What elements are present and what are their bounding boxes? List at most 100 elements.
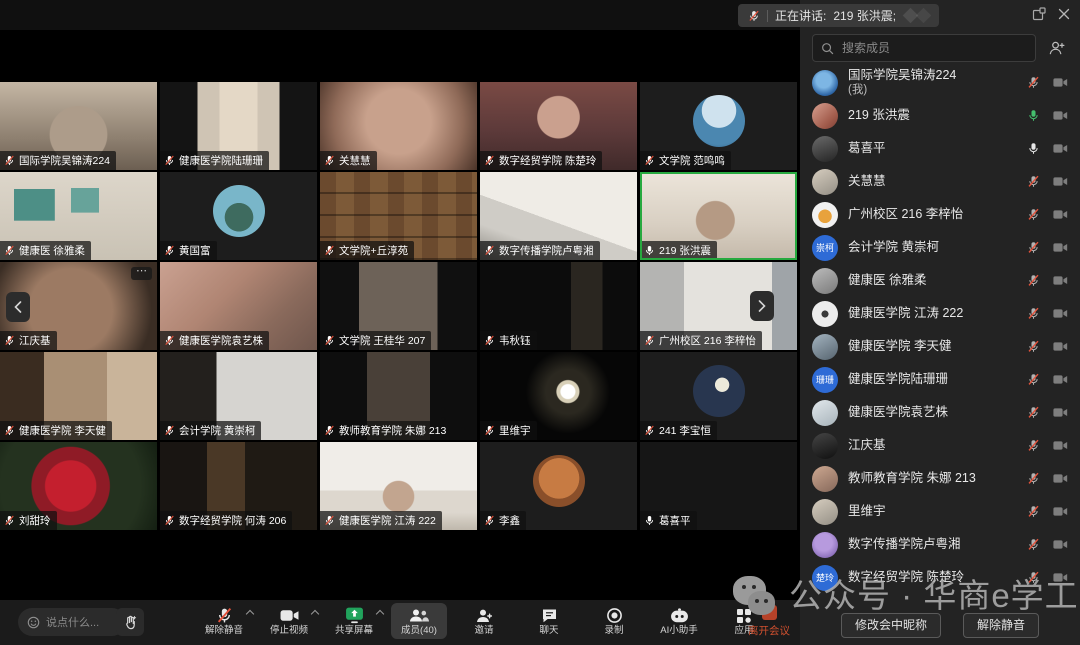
member-search-box[interactable]: [812, 34, 1036, 62]
member-row[interactable]: 崇柯 会计学院 黄崇柯: [800, 231, 1080, 264]
add-member-button[interactable]: [1044, 36, 1068, 60]
video-tile[interactable]: 241 李宝恒: [640, 352, 797, 440]
member-row[interactable]: 健康医学院 江涛 222: [800, 297, 1080, 330]
close-panel-icon[interactable]: [1058, 8, 1070, 20]
member-camera-icon[interactable]: [1053, 473, 1068, 484]
video-tile[interactable]: 健康医学院陆珊珊: [160, 82, 317, 170]
participant-name: 数字经贸学院 何涛 206: [179, 513, 286, 528]
member-mic-icon[interactable]: [1027, 274, 1040, 287]
video-tile[interactable]: 里维宇: [480, 352, 637, 440]
video-tile[interactable]: 黄国富: [160, 172, 317, 260]
rename-in-meeting-button[interactable]: 修改会中昵称: [841, 613, 941, 638]
participant-name-label: 数字经贸学院 陈楚玲: [480, 151, 602, 170]
avatar-initials: 珊珊: [816, 373, 834, 386]
video-tile[interactable]: 葛喜平: [640, 442, 797, 530]
member-camera-icon[interactable]: [1053, 110, 1068, 121]
video-tile[interactable]: 韦秋钰: [480, 262, 637, 350]
member-row[interactable]: 珊珊 健康医学院陆珊珊: [800, 363, 1080, 396]
member-row[interactable]: 数字传播学院卢粤湘: [800, 528, 1080, 561]
member-camera-icon[interactable]: [1053, 506, 1068, 517]
member-row[interactable]: 葛喜平: [800, 132, 1080, 165]
grid-next-page-button[interactable]: [750, 291, 774, 321]
leave-meeting-button[interactable]: 离开会议: [741, 605, 797, 638]
member-search-input[interactable]: [840, 40, 1027, 56]
member-row[interactable]: 广州校区 216 李梓怡: [800, 198, 1080, 231]
member-camera-icon[interactable]: [1053, 275, 1068, 286]
video-tile[interactable]: 教师教育学院 朱娜 213: [320, 352, 477, 440]
video-tile[interactable]: 文学院+丘淳苑: [320, 172, 477, 260]
chat-button[interactable]: 聊天: [521, 603, 577, 639]
participant-name-label: 文学院+丘淳苑: [320, 241, 414, 260]
video-tile[interactable]: 健康医学院 李天健: [0, 352, 157, 440]
member-row[interactable]: 教师教育学院 朱娜 213: [800, 462, 1080, 495]
video-tile[interactable]: 健康医学院 江涛 222: [320, 442, 477, 530]
member-mic-icon[interactable]: [1027, 505, 1040, 518]
panel-unmute-button[interactable]: 解除静音: [963, 613, 1039, 638]
member-row[interactable]: 健康医学院 李天健: [800, 330, 1080, 363]
member-mic-icon[interactable]: [1027, 241, 1040, 254]
member-camera-icon[interactable]: [1053, 77, 1068, 88]
member-mic-icon[interactable]: [1027, 208, 1040, 221]
video-tile[interactable]: 健康医学院袁艺株: [160, 262, 317, 350]
member-row[interactable]: 健康医 徐雅柔: [800, 264, 1080, 297]
member-row[interactable]: 健康医学院袁艺株: [800, 396, 1080, 429]
video-tile[interactable]: 文学院 王桂华 207: [320, 262, 477, 350]
member-mic-icon[interactable]: [1027, 571, 1040, 584]
member-row[interactable]: 楚玲 数字经贸学院 陈楚玲: [800, 561, 1080, 594]
member-camera-icon[interactable]: [1053, 341, 1068, 352]
member-camera-icon[interactable]: [1053, 308, 1068, 319]
member-row[interactable]: 国际学院吴锦涛224 (我): [800, 66, 1080, 99]
member-row[interactable]: 江庆基: [800, 429, 1080, 462]
video-tile[interactable]: 文学院 范鸣鸣: [640, 82, 797, 170]
member-mic-icon[interactable]: [1027, 373, 1040, 386]
member-camera-icon[interactable]: [1053, 572, 1068, 583]
tile-more-menu-button[interactable]: ⋯: [131, 267, 152, 280]
chevron-up-icon[interactable]: [246, 610, 254, 618]
chevron-up-icon[interactable]: [311, 610, 319, 618]
member-row[interactable]: 里维宇: [800, 495, 1080, 528]
video-tile[interactable]: 数字传播学院卢粤湘: [480, 172, 637, 260]
member-mic-icon[interactable]: [1027, 406, 1040, 419]
invite-button[interactable]: 邀请: [456, 603, 512, 639]
share-screen-button[interactable]: 共享屏幕: [326, 603, 382, 639]
video-tile[interactable]: 关慧慧: [320, 82, 477, 170]
quick-chat-input[interactable]: 说点什么...: [18, 608, 126, 636]
video-tile[interactable]: 数字经贸学院 陈楚玲: [480, 82, 637, 170]
member-mic-icon[interactable]: [1027, 307, 1040, 320]
member-mic-icon[interactable]: [1027, 340, 1040, 353]
stop-video-button[interactable]: 停止视频: [261, 603, 317, 639]
video-tile[interactable]: 数字经贸学院 何涛 206: [160, 442, 317, 530]
member-camera-icon[interactable]: [1053, 176, 1068, 187]
chevron-up-icon[interactable]: [376, 610, 384, 618]
member-camera-icon[interactable]: [1053, 143, 1068, 154]
member-mic-icon[interactable]: [1027, 472, 1040, 485]
member-camera-icon[interactable]: [1053, 407, 1068, 418]
member-row[interactable]: 219 张洪震: [800, 99, 1080, 132]
video-tile[interactable]: 219 张洪震: [640, 172, 797, 260]
video-tile[interactable]: 健康医 徐雅柔: [0, 172, 157, 260]
video-tile[interactable]: 刘甜玲: [0, 442, 157, 530]
member-mic-icon[interactable]: [1027, 76, 1040, 89]
grid-prev-page-button[interactable]: [6, 292, 30, 322]
member-name: 里维宇: [848, 504, 1017, 519]
ai-assistant-button[interactable]: AI小助手: [651, 603, 707, 639]
pop-out-panel-icon[interactable]: [1032, 7, 1046, 21]
member-camera-icon[interactable]: [1053, 374, 1068, 385]
member-camera-icon[interactable]: [1053, 440, 1068, 451]
member-mic-icon[interactable]: [1027, 109, 1040, 122]
member-camera-icon[interactable]: [1053, 242, 1068, 253]
members-button[interactable]: 成员(40): [391, 603, 447, 639]
video-tile[interactable]: 李鑫: [480, 442, 637, 530]
video-tile[interactable]: 国际学院吴锦涛224: [0, 82, 157, 170]
raise-hand-button[interactable]: [116, 608, 144, 636]
member-mic-icon[interactable]: [1027, 538, 1040, 551]
member-mic-icon[interactable]: [1027, 175, 1040, 188]
record-button[interactable]: 录制: [586, 603, 642, 639]
video-tile[interactable]: 会计学院 黄崇柯: [160, 352, 317, 440]
unmute-button[interactable]: 解除静音: [196, 603, 252, 639]
member-row[interactable]: 关慧慧: [800, 165, 1080, 198]
member-mic-icon[interactable]: [1027, 142, 1040, 155]
member-mic-icon[interactable]: [1027, 439, 1040, 452]
member-camera-icon[interactable]: [1053, 209, 1068, 220]
member-camera-icon[interactable]: [1053, 539, 1068, 550]
